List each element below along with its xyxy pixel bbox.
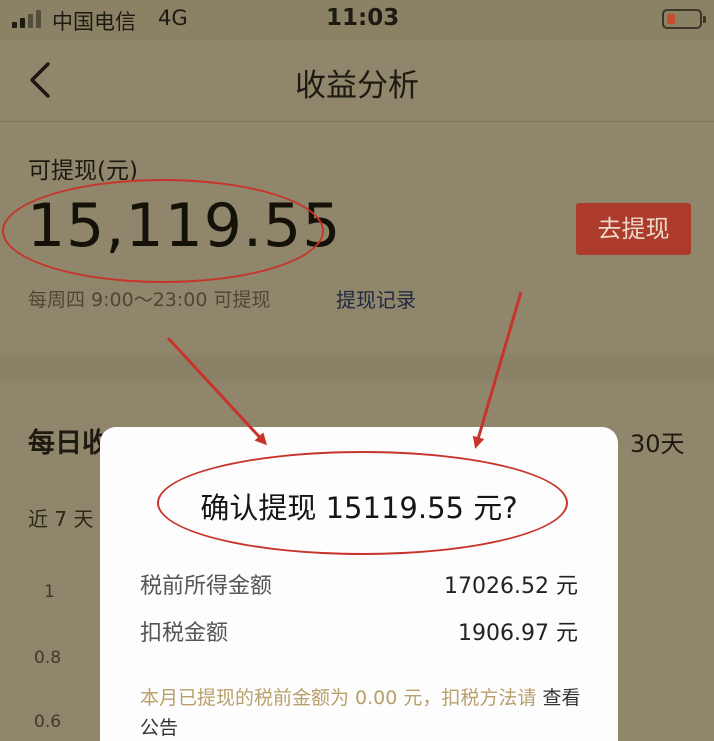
- nav-bar: 收益分析: [0, 40, 714, 122]
- y-tick-label: 0.8: [34, 648, 62, 668]
- battery-icon: [662, 9, 706, 29]
- status-bar: 中国电信 4G 11:03: [0, 0, 714, 40]
- y-tick-label: 1: [44, 582, 55, 602]
- tax-amount-label: 扣税金额: [140, 621, 229, 646]
- tax-amount-value: 1906.97 元: [458, 621, 578, 646]
- carrier-name: 中国电信: [52, 10, 136, 34]
- withdraw-history-link[interactable]: 提现记录: [336, 284, 416, 313]
- pretax-income-label: 税前所得金额: [140, 574, 273, 599]
- page-title: 收益分析: [295, 68, 419, 104]
- y-tick-label: 0.6: [34, 712, 62, 732]
- section-divider: [0, 355, 714, 381]
- balance-summary: 可提现(元) 15,119.55 去提现 每周四 9:00～23:00 可提现 …: [0, 123, 714, 355]
- withdraw-button[interactable]: 去提现: [576, 203, 691, 255]
- signal-icon: [12, 10, 42, 28]
- range-7-days-tab[interactable]: 近 7 天: [28, 503, 93, 532]
- highlight-ellipse-title: [157, 451, 568, 555]
- status-time: 11:03: [326, 5, 400, 31]
- confirm-withdraw-dialog: 确认提现 15119.55 元? 税前所得金额 17026.52 元 扣税金额 …: [100, 427, 618, 741]
- tax-note-text: 本月已提现的税前金额为 0.00 元，扣税方法请: [140, 687, 537, 709]
- tax-note: 本月已提现的税前金额为 0.00 元，扣税方法请 查看公告: [140, 683, 585, 741]
- network-type: 4G: [158, 6, 188, 30]
- daily-income-title: 每日收: [28, 428, 109, 459]
- range-30-days-tab[interactable]: 30天: [630, 424, 685, 459]
- withdraw-schedule: 每周四 9:00～23:00 可提现: [28, 289, 271, 311]
- highlight-ellipse-amount: [2, 179, 324, 283]
- pretax-income-value: 17026.52 元: [444, 574, 578, 599]
